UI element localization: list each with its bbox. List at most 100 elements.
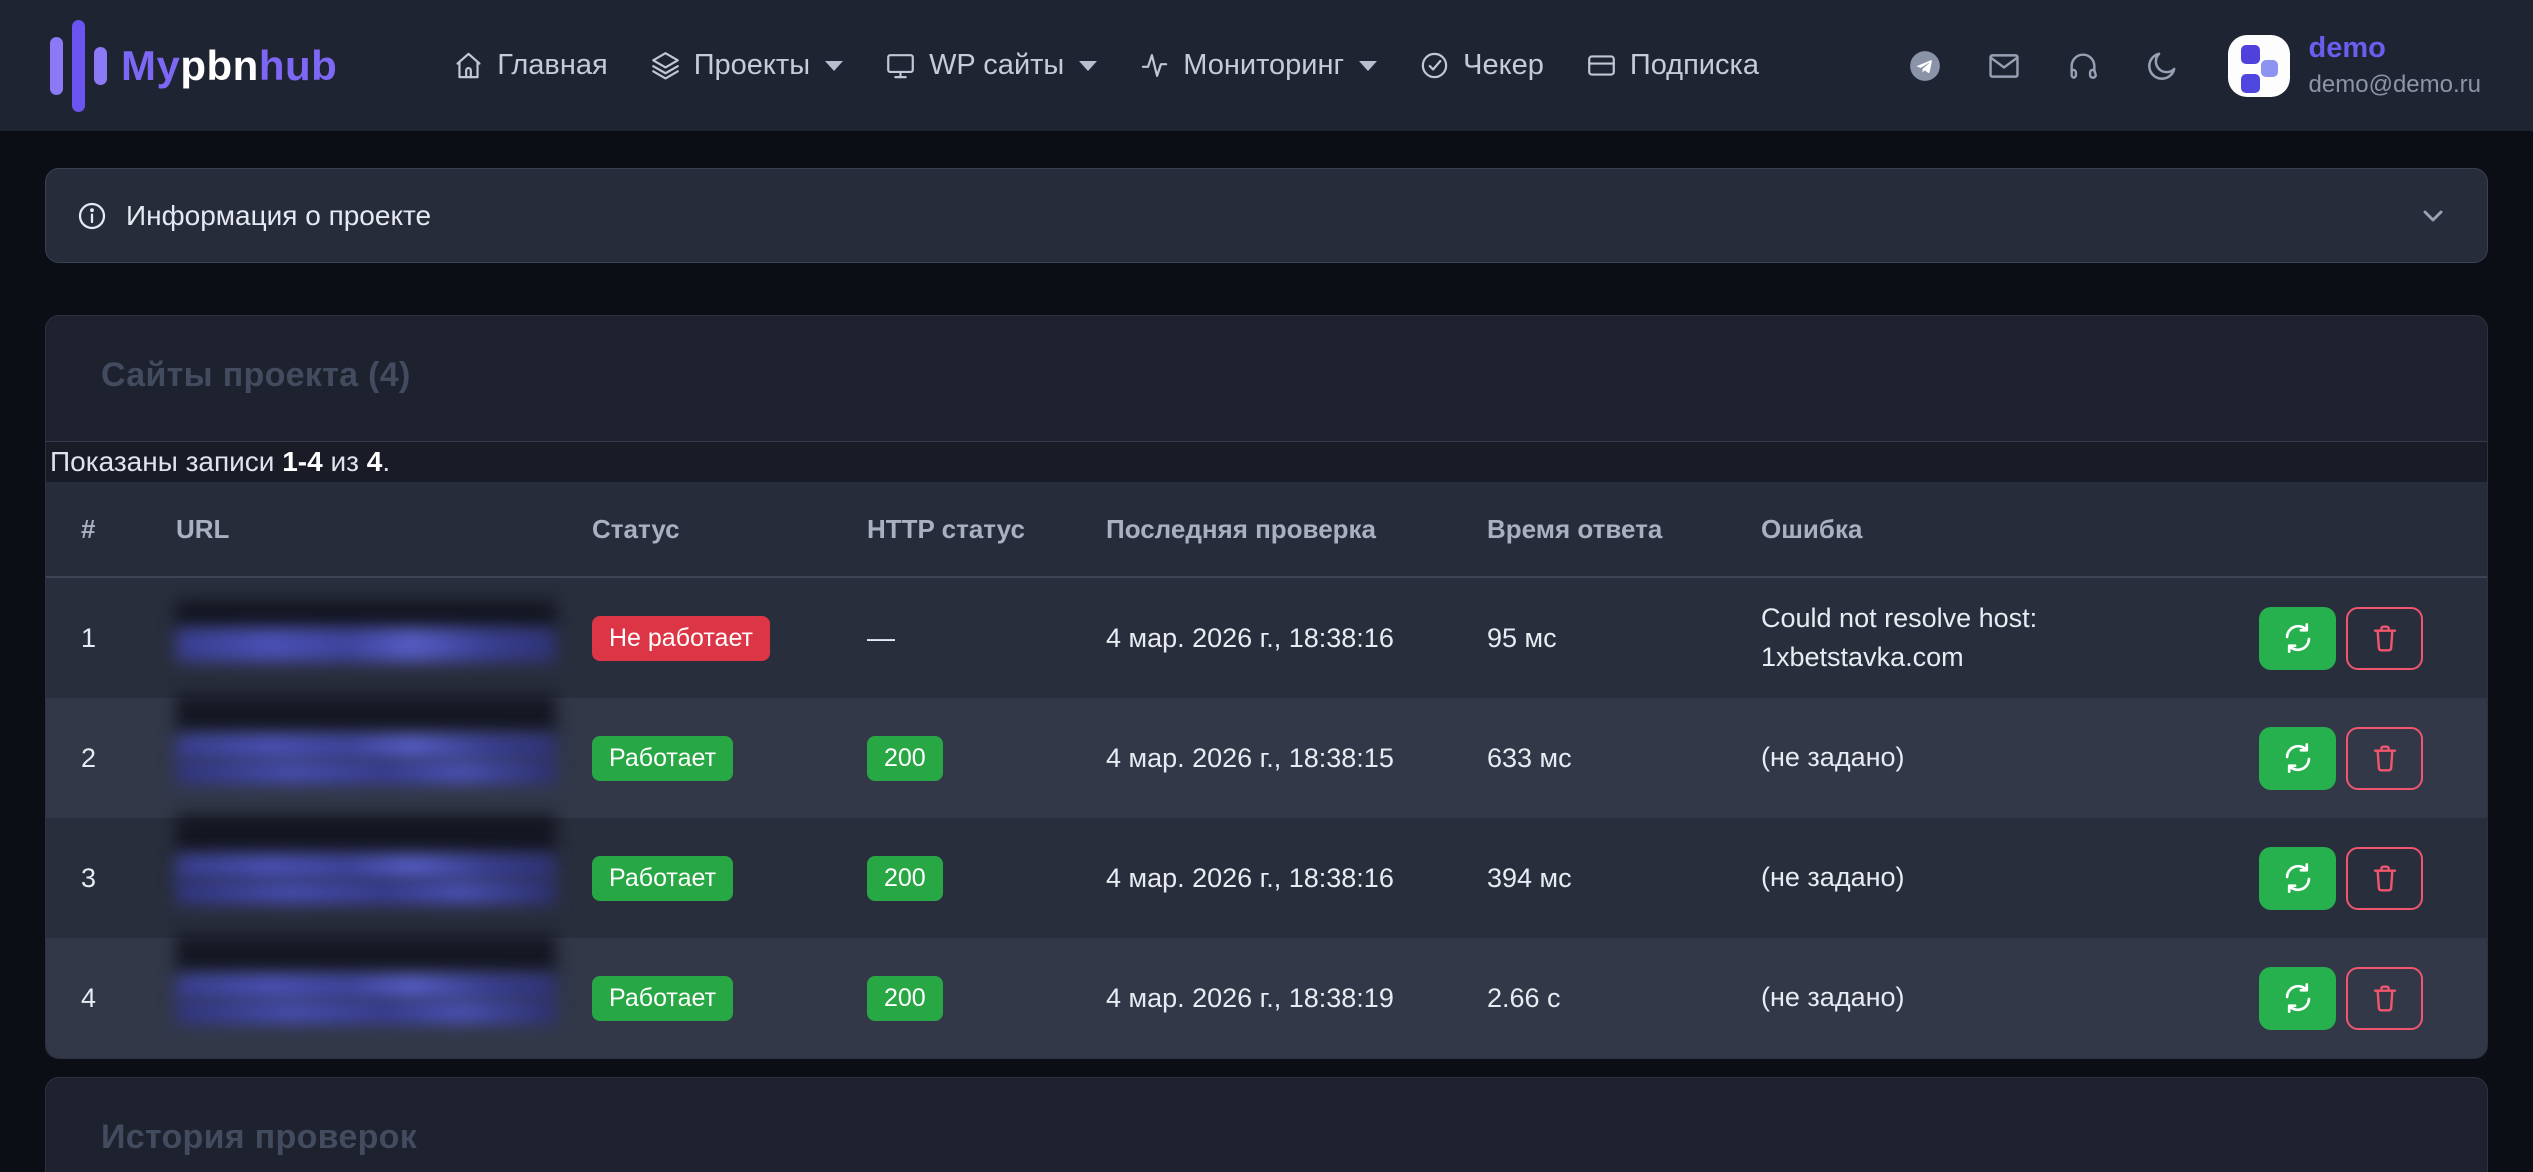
nav-item-label: Мониторинг xyxy=(1183,49,1344,82)
chevron-down-icon xyxy=(1359,61,1377,71)
nav-item-subscription[interactable]: Подписка xyxy=(1586,49,1759,82)
table-row: 2 Работает 200 4 мар. 2026 г., 18:38:15 … xyxy=(46,698,2487,818)
nav-item-label: Главная xyxy=(497,49,607,82)
check-circle-icon xyxy=(1419,50,1450,81)
nav-item-checker[interactable]: Чекер xyxy=(1419,49,1544,82)
url-redacted xyxy=(176,728,556,788)
recheck-button[interactable] xyxy=(2259,727,2336,790)
error-cell: Could not resolve host: 1xbetstavka.com xyxy=(1761,599,2223,677)
url-cell xyxy=(176,698,592,818)
row-number: 4 xyxy=(81,983,176,1014)
actions-cell xyxy=(2223,967,2423,1030)
chevron-down-icon xyxy=(1079,61,1097,71)
project-info-collapse[interactable]: Информация о проекте xyxy=(45,168,2488,263)
url-cell xyxy=(176,818,592,938)
table-row: 3 Работает 200 4 мар. 2026 г., 18:38:16 … xyxy=(46,818,2487,938)
status-cell: Работает xyxy=(592,736,867,781)
home-icon xyxy=(453,50,484,81)
mail-icon[interactable] xyxy=(1987,49,2021,83)
table-header: # URL Статус HTTP статус Последняя прове… xyxy=(46,482,2487,578)
nav-item-label: WP сайты xyxy=(929,49,1064,82)
actions-cell xyxy=(2223,727,2423,790)
monitor-icon xyxy=(885,50,916,81)
brand-name: Mypbnhub xyxy=(121,42,337,90)
recheck-button[interactable] xyxy=(2259,607,2336,670)
info-panel-title: Информация о проекте xyxy=(126,200,431,232)
user-meta: demo demo@demo.ru xyxy=(2309,32,2481,99)
nav-item-monitoring[interactable]: Мониторинг xyxy=(1139,49,1377,82)
grid-summary: Показаны записи 1-4 из 4. xyxy=(46,442,2487,482)
error-cell: (не задано) xyxy=(1761,978,2223,1017)
last-check-cell: 4 мар. 2026 г., 18:38:15 xyxy=(1106,743,1487,774)
delete-button[interactable] xyxy=(2346,607,2423,670)
status-badge: Работает xyxy=(592,976,733,1021)
user-name: demo xyxy=(2309,32,2481,65)
http-status-badge: 200 xyxy=(867,856,943,901)
response-time-cell: 394 мс xyxy=(1487,863,1761,894)
main-menu: Главная Проекты WP сайты Мониторинг xyxy=(453,49,1759,82)
http-status-cell: — xyxy=(867,622,1106,654)
column-header-response-time: Время ответа xyxy=(1487,514,1761,545)
nav-item-home[interactable]: Главная xyxy=(453,49,607,82)
info-icon xyxy=(76,200,108,232)
actions-cell xyxy=(2223,607,2423,670)
url-redacted xyxy=(176,848,556,908)
url-redacted xyxy=(176,608,556,668)
status-cell: Работает xyxy=(592,976,867,1021)
nav-item-wp-sites[interactable]: WP сайты xyxy=(885,49,1097,82)
avatar xyxy=(2228,35,2290,97)
nav-item-label: Чекер xyxy=(1463,49,1544,82)
status-cell: Не работает xyxy=(592,616,867,661)
column-header-http: HTTP статус xyxy=(867,514,1106,545)
recheck-button[interactable] xyxy=(2259,967,2336,1030)
http-status-cell: 200 xyxy=(867,736,1106,781)
table-row: 4 Работает 200 4 мар. 2026 г., 18:38:19 … xyxy=(46,938,2487,1058)
page-content: Информация о проекте Сайты проекта (4) П… xyxy=(0,168,2533,1172)
recheck-button[interactable] xyxy=(2259,847,2336,910)
chevron-down-icon xyxy=(2417,200,2449,232)
error-cell: (не задано) xyxy=(1761,738,2223,777)
http-status-cell: 200 xyxy=(867,976,1106,1021)
delete-button[interactable] xyxy=(2346,727,2423,790)
status-badge: Не работает xyxy=(592,616,770,661)
response-time-cell: 2.66 с xyxy=(1487,983,1761,1014)
last-check-cell: 4 мар. 2026 г., 18:38:16 xyxy=(1106,623,1487,654)
response-time-cell: 633 мс xyxy=(1487,743,1761,774)
nav-item-label: Проекты xyxy=(694,49,810,82)
response-time-cell: 95 мс xyxy=(1487,623,1761,654)
telegram-link[interactable] xyxy=(1908,49,1942,83)
sites-card: Сайты проекта (4) Показаны записи 1-4 из… xyxy=(45,315,2488,1059)
error-cell: (не задано) xyxy=(1761,858,2223,897)
delete-button[interactable] xyxy=(2346,967,2423,1030)
column-header-num: # xyxy=(81,514,176,545)
moon-icon[interactable] xyxy=(2145,49,2179,83)
navbar-actions: demo demo@demo.ru xyxy=(1908,32,2481,99)
sites-card-header: Сайты проекта (4) xyxy=(46,316,2487,442)
card-icon xyxy=(1586,50,1617,81)
http-status-badge: 200 xyxy=(867,976,943,1021)
column-header-last-check: Последняя проверка xyxy=(1106,514,1487,545)
row-number: 3 xyxy=(81,863,176,894)
brand-bars-icon xyxy=(50,18,107,114)
status-cell: Работает xyxy=(592,856,867,901)
history-card-header: История проверок xyxy=(46,1078,2487,1157)
nav-item-projects[interactable]: Проекты xyxy=(650,49,843,82)
top-navbar: Mypbnhub Главная Проекты WP сайты xyxy=(0,0,2533,131)
brand-logo[interactable]: Mypbnhub xyxy=(50,18,337,114)
user-menu[interactable]: demo demo@demo.ru xyxy=(2228,32,2481,99)
status-badge: Работает xyxy=(592,736,733,781)
http-status-badge: 200 xyxy=(867,736,943,781)
delete-button[interactable] xyxy=(2346,847,2423,910)
column-header-status: Статус xyxy=(592,514,867,545)
sites-card-title: Сайты проекта (4) xyxy=(101,356,2487,395)
column-header-url: URL xyxy=(176,514,592,545)
url-redacted xyxy=(176,968,556,1028)
status-badge: Работает xyxy=(592,856,733,901)
url-cell xyxy=(176,578,592,698)
layers-icon xyxy=(650,50,681,81)
last-check-cell: 4 мар. 2026 г., 18:38:19 xyxy=(1106,983,1487,1014)
headphones-icon[interactable] xyxy=(2066,49,2100,83)
nav-item-label: Подписка xyxy=(1630,49,1759,82)
row-number: 1 xyxy=(81,623,176,654)
last-check-cell: 4 мар. 2026 г., 18:38:16 xyxy=(1106,863,1487,894)
